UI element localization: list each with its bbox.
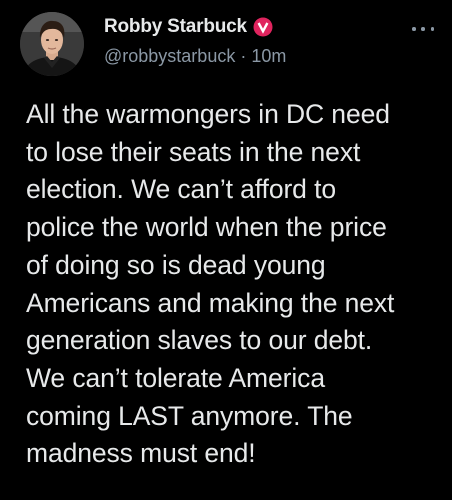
tweet-text-line: madness must end! <box>26 438 256 469</box>
tweet-text-line: Americans and making the next <box>26 287 395 318</box>
tweet-text-line: generation slaves to our debt. <box>26 325 373 356</box>
verified-badge-icon <box>253 17 273 37</box>
author-meta-row: @robbystarbuck · 10m <box>104 44 286 68</box>
tweet-text-line: We can’t tolerate America <box>26 362 325 393</box>
author-display-name[interactable]: Robby Starbuck <box>104 16 247 38</box>
tweet-card[interactable]: Robby Starbuck @robbystarbuck · 10m All … <box>0 0 452 500</box>
author-avatar[interactable] <box>20 12 84 76</box>
meta-separator: · <box>240 45 247 66</box>
more-options-icon[interactable] <box>412 24 434 34</box>
tweet-timestamp[interactable]: 10m <box>251 46 286 67</box>
tweet-text: All the warmongers in DC need to lose th… <box>26 96 444 473</box>
tweet-text-line: police the world when the price <box>26 212 387 243</box>
tweet-text-line: to lose their seats in the next <box>26 136 361 167</box>
tweet-text-line: coming LAST anymore. The <box>26 400 353 431</box>
profile-photo-icon <box>20 12 84 76</box>
author-name-row: Robby Starbuck <box>104 15 273 39</box>
tweet-text-line: All the warmongers in DC need <box>26 99 390 129</box>
author-handle[interactable]: @robbystarbuck <box>104 46 235 67</box>
tweet-text-line: of doing so is dead young <box>26 249 326 280</box>
tweet-text-line: election. We can’t afford to <box>26 174 336 205</box>
